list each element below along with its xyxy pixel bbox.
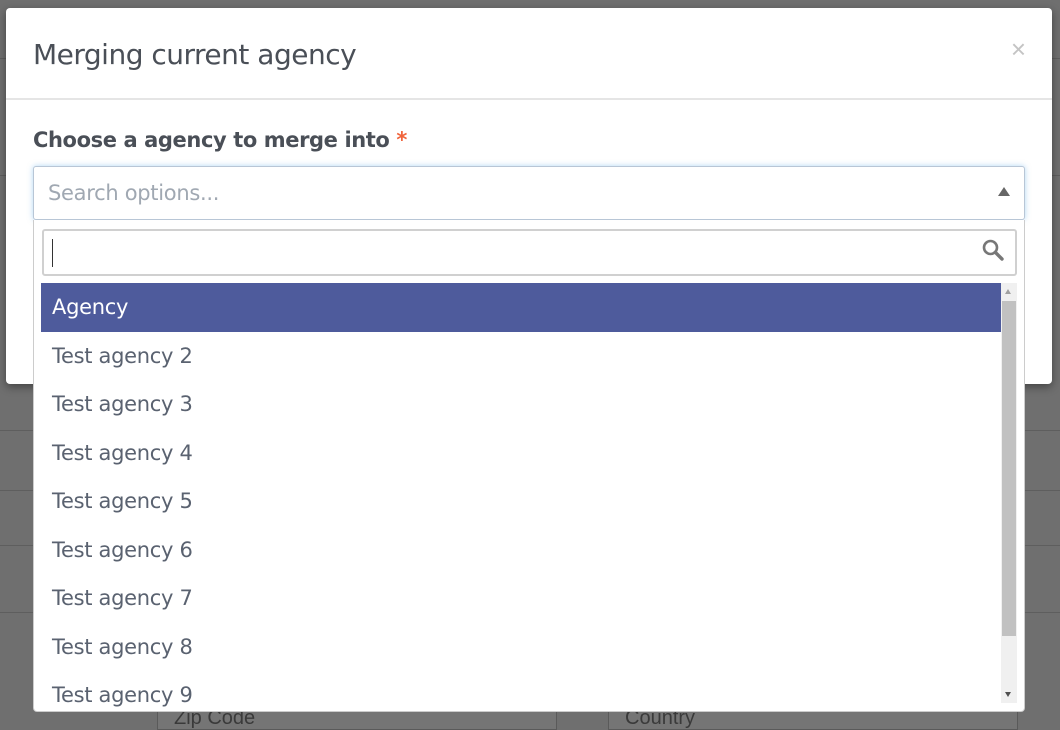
scroll-down-icon[interactable] [1005, 692, 1011, 697]
agency-select[interactable]: Search options... [33, 166, 1025, 220]
option-agency[interactable]: Agency [41, 283, 1001, 332]
option-test-agency-3[interactable]: Test agency 3 [41, 380, 1001, 429]
field-label: Choose a agency to merge into * [33, 128, 407, 152]
options-scrollbar[interactable] [1001, 283, 1017, 703]
search-icon [982, 239, 1004, 261]
scroll-up-icon[interactable] [1005, 289, 1011, 294]
modal-title: Merging current agency [33, 38, 357, 71]
required-indicator: * [396, 128, 407, 152]
scrollbar-thumb[interactable] [1002, 301, 1016, 636]
agency-dropdown: Agency Test agency 2 Test agency 3 Test … [33, 220, 1025, 712]
caret-up-icon[interactable] [998, 187, 1010, 196]
option-test-agency-8[interactable]: Test agency 8 [41, 623, 1001, 672]
modal-header: Merging current agency × [6, 8, 1052, 100]
select-placeholder: Search options... [48, 181, 220, 205]
options-list: Agency Test agency 2 Test agency 3 Test … [41, 283, 1001, 711]
option-test-agency-7[interactable]: Test agency 7 [41, 574, 1001, 623]
field-label-text: Choose a agency to merge into [33, 128, 390, 152]
option-test-agency-2[interactable]: Test agency 2 [41, 332, 1001, 381]
text-cursor [52, 239, 53, 267]
option-test-agency-6[interactable]: Test agency 6 [41, 526, 1001, 575]
close-button[interactable]: × [1011, 34, 1026, 65]
option-test-agency-9[interactable]: Test agency 9 [41, 671, 1001, 711]
dropdown-search-input[interactable] [42, 229, 1017, 276]
option-test-agency-4[interactable]: Test agency 4 [41, 429, 1001, 478]
option-test-agency-5[interactable]: Test agency 5 [41, 477, 1001, 526]
